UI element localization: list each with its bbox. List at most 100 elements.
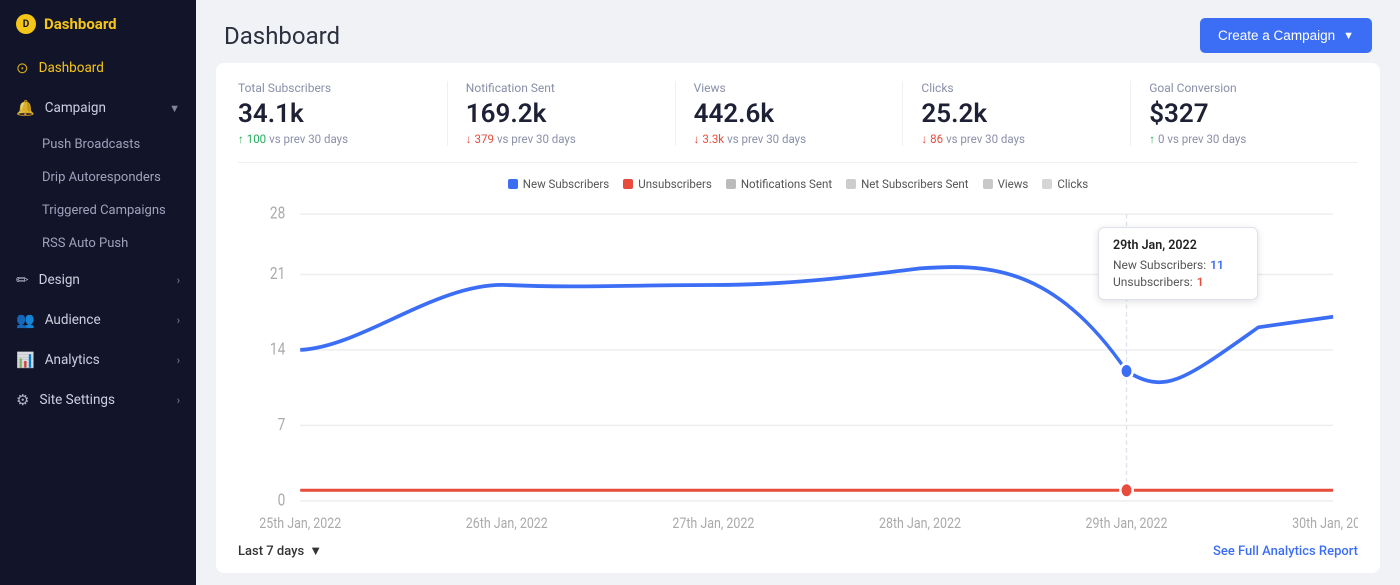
sidebar-item-label: Site Settings	[39, 392, 115, 408]
legend-label: Unsubscribers	[638, 177, 712, 191]
legend-label: Notifications Sent	[741, 177, 832, 191]
chart-footer: Last 7 days ▼ See Full Analytics Report	[238, 535, 1358, 559]
chevron-right-icon: ›	[177, 274, 180, 287]
sidebar-item-design[interactable]: ✏ Design ›	[0, 260, 196, 300]
sidebar-item-label: Audience	[45, 312, 101, 328]
sidebar-sub-item-rss[interactable]: RSS Auto Push	[0, 227, 196, 260]
change-value: 100	[247, 132, 266, 146]
change-suffix: vs prev 30 days	[1167, 132, 1246, 146]
arrow-up-icon: ↑	[1149, 132, 1155, 146]
sidebar: D Dashboard ⊙ Dashboard 🔔 Campaign ▼ Pus…	[0, 0, 196, 585]
chevron-down-icon: ▼	[309, 543, 322, 559]
line-chart: 0 7 14 21 28 25th Jan, 2022 26th Jan, 20…	[238, 199, 1358, 531]
change-value: 86	[930, 132, 943, 146]
legend-views: Views	[983, 177, 1029, 191]
change-value: 3.3k	[702, 132, 724, 146]
arrow-down-icon: ↓	[466, 132, 472, 146]
sidebar-logo-text: Dashboard	[44, 15, 117, 33]
date-filter-dropdown[interactable]: Last 7 days ▼	[238, 543, 322, 559]
sidebar-item-dashboard[interactable]: ⊙ Dashboard	[0, 48, 196, 88]
change-suffix: vs prev 30 days	[727, 132, 806, 146]
svg-text:28th Jan, 2022: 28th Jan, 2022	[879, 515, 961, 531]
stat-value: $327	[1149, 99, 1340, 129]
stat-value: 25.2k	[921, 99, 1112, 129]
sidebar-logo[interactable]: D Dashboard	[0, 0, 196, 48]
legend-new-subscribers: New Subscribers	[508, 177, 609, 191]
legend-dot-new-subscribers	[508, 179, 518, 189]
legend-notifications-sent: Notifications Sent	[726, 177, 832, 191]
stats-row: Total Subscribers 34.1k ↑ 100 vs prev 30…	[238, 81, 1358, 163]
legend-dot-notifications	[726, 179, 736, 189]
stat-label: Views	[694, 81, 885, 95]
stat-clicks: Clicks 25.2k ↓ 86 vs prev 30 days	[921, 81, 1131, 146]
svg-text:7: 7	[278, 415, 286, 435]
sidebar-item-label: Campaign	[45, 100, 106, 116]
sidebar-item-label: Dashboard	[39, 60, 104, 76]
arrow-down-icon: ↓	[694, 132, 700, 146]
sidebar-item-site-settings[interactable]: ⚙ Site Settings ›	[0, 380, 196, 420]
stat-change: ↓ 379 vs prev 30 days	[466, 132, 657, 146]
legend-label: Net Subscribers Sent	[861, 177, 968, 191]
svg-text:25th Jan, 2022: 25th Jan, 2022	[259, 515, 341, 531]
see-full-analytics-link[interactable]: See Full Analytics Report	[1213, 544, 1358, 559]
sidebar-item-label: Analytics	[45, 352, 100, 368]
stat-label: Total Subscribers	[238, 81, 429, 95]
chevron-right-icon: ›	[177, 354, 180, 367]
svg-text:29th Jan, 2022: 29th Jan, 2022	[1086, 515, 1168, 531]
stat-value: 34.1k	[238, 99, 429, 129]
legend-dot-clicks	[1042, 179, 1052, 189]
change-value: 379	[475, 132, 494, 146]
legend-dot-net-subscribers	[846, 179, 856, 189]
legend-net-subscribers: Net Subscribers Sent	[846, 177, 968, 191]
sidebar-item-analytics[interactable]: 📊 Analytics ›	[0, 340, 196, 380]
sidebar-sub-item-triggered[interactable]: Triggered Campaigns	[0, 194, 196, 227]
chevron-right-icon: ›	[177, 394, 180, 407]
svg-text:30th Jan, 2022: 30th Jan, 2022	[1292, 515, 1358, 531]
sidebar-sub-item-drip[interactable]: Drip Autoresponders	[0, 161, 196, 194]
stat-value: 169.2k	[466, 99, 657, 129]
sidebar-item-audience[interactable]: 👥 Audience ›	[0, 300, 196, 340]
chevron-down-icon: ▼	[169, 102, 180, 115]
stat-change: ↓ 86 vs prev 30 days	[921, 132, 1112, 146]
change-suffix: vs prev 30 days	[497, 132, 576, 146]
analytics-icon: 📊	[16, 351, 35, 369]
svg-text:21: 21	[270, 264, 285, 284]
stat-change: ↑ 100 vs prev 30 days	[238, 132, 429, 146]
logo-icon: D	[16, 14, 36, 34]
stat-change: ↓ 3.3k vs prev 30 days	[694, 132, 885, 146]
settings-icon: ⚙	[16, 391, 29, 409]
legend-unsubscribers: Unsubscribers	[623, 177, 712, 191]
legend-dot-views	[983, 179, 993, 189]
stat-label: Goal Conversion	[1149, 81, 1340, 95]
chart-area: 0 7 14 21 28 25th Jan, 2022 26th Jan, 20…	[238, 199, 1358, 531]
stat-goal-conversion: Goal Conversion $327 ↑ 0 vs prev 30 days	[1149, 81, 1358, 146]
sidebar-item-campaign[interactable]: 🔔 Campaign ▼	[0, 88, 196, 128]
main-content: Dashboard Create a Campaign ▼ Total Subs…	[196, 0, 1400, 585]
dashboard-icon: ⊙	[16, 59, 29, 77]
create-campaign-label: Create a Campaign	[1218, 28, 1335, 43]
svg-text:26th Jan, 2022: 26th Jan, 2022	[466, 515, 548, 531]
sidebar-sub-item-push-broadcasts[interactable]: Push Broadcasts	[0, 128, 196, 161]
change-value: 0	[1158, 132, 1164, 146]
svg-text:28: 28	[270, 203, 285, 223]
chart-legend: New Subscribers Unsubscribers Notificati…	[238, 177, 1358, 191]
legend-label: New Subscribers	[523, 177, 609, 191]
svg-text:14: 14	[270, 339, 286, 359]
stat-views: Views 442.6k ↓ 3.3k vs prev 30 days	[694, 81, 904, 146]
legend-dot-unsubscribers	[623, 179, 633, 189]
legend-label: Clicks	[1057, 177, 1088, 191]
svg-text:27th Jan, 2022: 27th Jan, 2022	[672, 515, 754, 531]
legend-clicks: Clicks	[1042, 177, 1088, 191]
change-suffix: vs prev 30 days	[269, 132, 348, 146]
svg-text:0: 0	[278, 490, 286, 510]
stat-total-subscribers: Total Subscribers 34.1k ↑ 100 vs prev 30…	[238, 81, 448, 146]
stat-change: ↑ 0 vs prev 30 days	[1149, 132, 1340, 146]
campaign-icon: 🔔	[16, 99, 35, 117]
stat-label: Clicks	[921, 81, 1112, 95]
arrow-down-icon: ↓	[921, 132, 927, 146]
create-campaign-button[interactable]: Create a Campaign ▼	[1200, 18, 1372, 53]
stat-value: 442.6k	[694, 99, 885, 129]
caret-down-icon: ▼	[1343, 30, 1354, 42]
design-icon: ✏	[16, 271, 29, 289]
audience-icon: 👥	[16, 311, 35, 329]
